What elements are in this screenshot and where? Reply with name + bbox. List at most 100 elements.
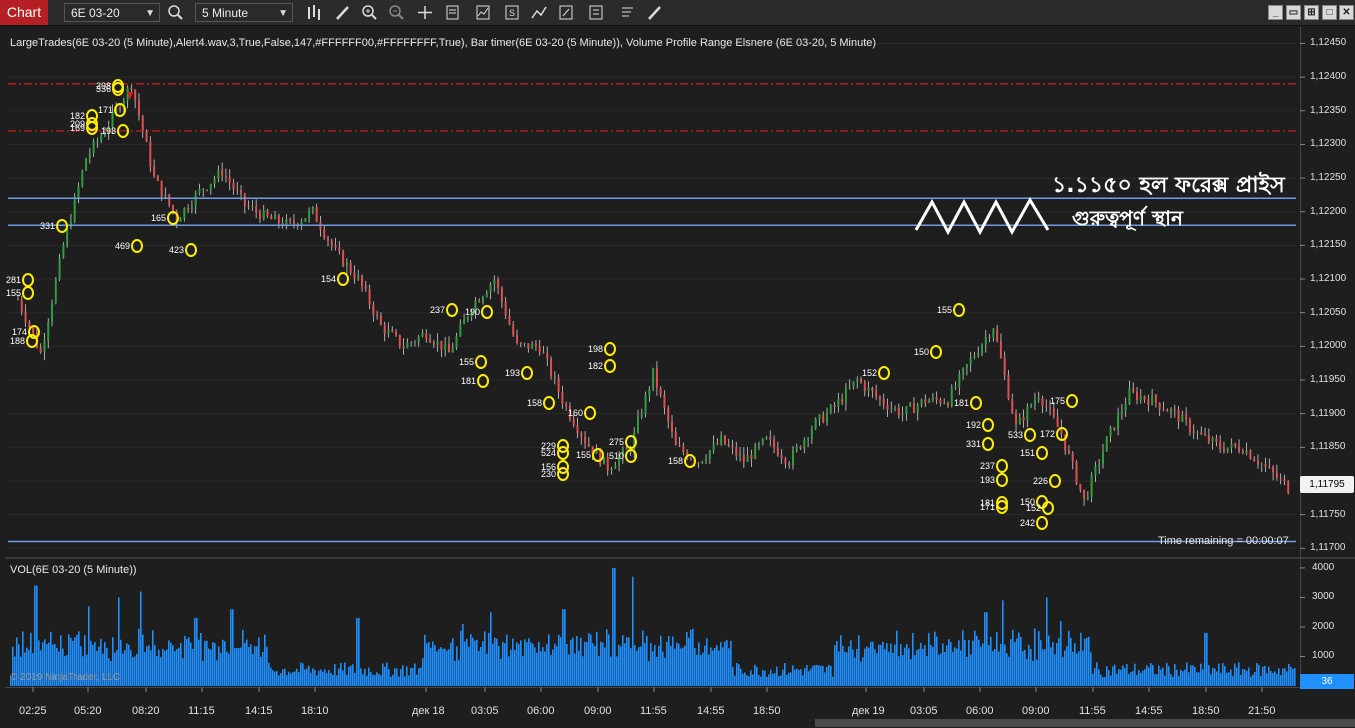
- candle-body: [523, 343, 526, 345]
- candle-body: [213, 178, 216, 184]
- candle-body: [1279, 477, 1282, 479]
- volume-bar: [178, 647, 180, 686]
- volume-bar: [596, 631, 598, 686]
- large-trade-marker: [477, 374, 489, 388]
- candle-body: [1268, 466, 1271, 468]
- volume-bar: [1114, 664, 1116, 686]
- volume-bar: [370, 672, 372, 686]
- volume-bar: [922, 649, 924, 686]
- volume-bar: [508, 656, 510, 686]
- volume-bar: [1230, 669, 1232, 686]
- volume-bar: [950, 642, 952, 686]
- large-trade-marker: [996, 459, 1008, 473]
- horizontal-scrollbar[interactable]: [815, 719, 1355, 727]
- volume-bar: [490, 612, 492, 686]
- volume-bar: [1042, 649, 1044, 686]
- candle-body: [334, 245, 337, 248]
- volume-bar: [162, 648, 164, 686]
- candle-body: [466, 316, 469, 320]
- volume-bar: [298, 672, 300, 686]
- volume-bar: [638, 647, 640, 686]
- time-axis-label: 11:15: [188, 705, 215, 717]
- volume-bar: [332, 674, 334, 686]
- candle-body: [890, 408, 893, 410]
- volume-bar: [698, 642, 700, 686]
- volume-bar: [650, 643, 652, 686]
- volume-bar: [138, 628, 140, 686]
- candle-body: [705, 458, 708, 462]
- large-trade-label: 154: [321, 274, 336, 284]
- volume-bar: [258, 637, 260, 686]
- candle-body: [829, 405, 832, 413]
- candle-body: [795, 446, 798, 451]
- candle-body: [791, 450, 794, 466]
- large-trade-label: 226: [1033, 476, 1048, 486]
- candle-body: [894, 407, 897, 409]
- candle-body: [678, 445, 681, 447]
- volume-bar: [690, 629, 692, 686]
- candle-body: [1253, 458, 1256, 462]
- volume-bar: [350, 665, 352, 686]
- volume-bar: [1134, 663, 1136, 686]
- volume-bar: [206, 640, 208, 686]
- candle-body: [1037, 397, 1040, 400]
- volume-bar: [924, 645, 926, 686]
- volume-bar: [784, 663, 786, 686]
- candle-body: [326, 237, 329, 241]
- candle-body: [788, 463, 791, 466]
- volume-bar: [584, 641, 586, 686]
- candle-body: [345, 262, 348, 267]
- candle-body: [164, 194, 167, 197]
- candle-body: [852, 381, 855, 387]
- volume-bar: [1020, 636, 1022, 686]
- volume-bar: [606, 629, 608, 686]
- candle-body: [958, 374, 961, 388]
- candle-body: [871, 387, 874, 392]
- candle-body: [379, 315, 382, 325]
- candle-body: [289, 219, 292, 222]
- volume-bar: [1002, 600, 1004, 686]
- candle-body: [988, 337, 991, 339]
- volume-bar: [886, 643, 888, 686]
- volume-bar: [34, 585, 36, 686]
- volume-bar: [402, 665, 404, 686]
- volume-bar: [598, 655, 600, 686]
- volume-bar: [1076, 653, 1078, 686]
- volume-bar: [1128, 674, 1130, 686]
- candle-body: [1049, 407, 1052, 409]
- volume-bar: [908, 648, 910, 686]
- candle-body: [391, 329, 394, 332]
- volume-bar: [1264, 665, 1266, 686]
- volume-bar: [1036, 659, 1038, 686]
- volume-bar: [1146, 665, 1148, 686]
- candle-body: [1094, 465, 1097, 476]
- price-axis-label: 1,12050: [1310, 306, 1347, 318]
- volume-bar: [1148, 667, 1150, 686]
- volume-bar: [622, 635, 624, 686]
- volume-bar: [762, 670, 764, 686]
- candle-body: [1045, 406, 1048, 408]
- volume-bar: [952, 651, 954, 686]
- large-trade-label: 193: [980, 475, 995, 485]
- volume-bar: [958, 640, 960, 686]
- candle-body: [323, 229, 326, 238]
- volume-bar: [424, 634, 426, 686]
- volume-bar: [462, 624, 464, 686]
- volume-bar: [788, 672, 790, 686]
- volume-bar: [834, 645, 836, 686]
- candle-body: [708, 450, 711, 459]
- candle-body: [1052, 408, 1055, 417]
- volume-bar: [476, 639, 478, 686]
- candle-body: [935, 396, 938, 400]
- candle-body: [160, 180, 163, 197]
- volume-bar: [290, 673, 292, 686]
- candle-body: [856, 379, 859, 382]
- volume-bar: [678, 643, 680, 686]
- volume-bar: [780, 675, 782, 686]
- large-trade-marker: [481, 305, 493, 319]
- candle-body: [973, 356, 976, 358]
- candle-body: [1075, 461, 1078, 484]
- volume-bar: [126, 643, 128, 686]
- large-trade-marker: [521, 366, 533, 380]
- candle-body: [512, 324, 515, 336]
